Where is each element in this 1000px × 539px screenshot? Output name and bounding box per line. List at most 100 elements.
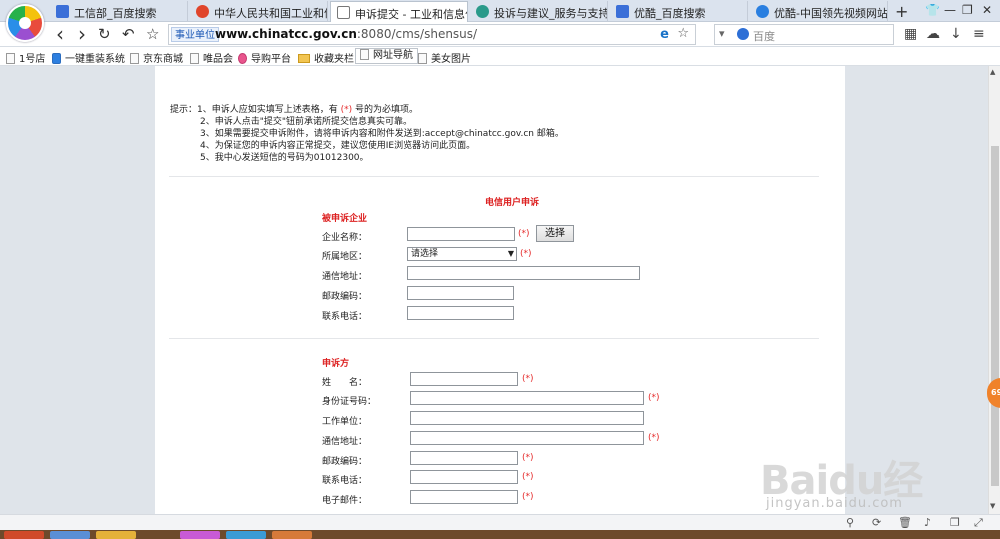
label-workplace: 工作单位： — [322, 417, 368, 427]
watermark-url: jingyan.baidu.com — [766, 496, 903, 511]
scrollbar-thumb[interactable] — [991, 146, 999, 486]
forward-icon[interactable]: › — [78, 22, 86, 46]
divider — [169, 338, 819, 339]
taskbar-item[interactable] — [96, 531, 136, 539]
url-text[interactable]: www.chinatcc.gov.cn:8080/cms/shensus/ — [215, 27, 477, 41]
tab-label: 中华人民共和国工业和信 — [214, 7, 328, 20]
bookmark-jd[interactable]: 京东商城 — [130, 50, 183, 65]
scroll-up-icon[interactable]: ▲ — [990, 68, 995, 76]
bookmark-reinstall[interactable]: 一键重装系统 — [52, 50, 125, 65]
tab-baidu-gxb[interactable]: 工信部_百度搜索 — [50, 1, 188, 22]
bookmark-1hd[interactable]: 1号店 — [6, 50, 45, 65]
label-postcode: 邮政编码： — [322, 292, 368, 302]
bookmark-pics[interactable]: 美女图片 — [418, 50, 471, 65]
apps-grid-icon[interactable]: ▦ — [904, 26, 917, 42]
search-input[interactable]: 百度 — [753, 28, 775, 44]
tab-youku[interactable]: 优酷-中国领先视频网站, — [750, 1, 888, 22]
taskbar-item[interactable] — [180, 531, 220, 539]
region-select[interactable]: 请选择 ▼ — [407, 247, 517, 261]
tab-complaint-submit[interactable]: 申诉提交 - 工业和信息化 — [330, 1, 468, 23]
browser-logo-icon[interactable] — [6, 4, 44, 42]
close-icon[interactable]: ✕ — [982, 3, 992, 17]
trash-icon[interactable]: 🗑 — [898, 516, 912, 529]
label-phone2: 联系电话： — [322, 476, 368, 486]
baidu-paw-icon — [56, 5, 69, 18]
bookmark-label: 美女图片 — [431, 54, 471, 65]
page-icon — [6, 53, 15, 64]
baidu-paw-icon — [616, 5, 629, 18]
company-postcode-input[interactable] — [407, 286, 514, 300]
menu-icon[interactable]: ≡ — [973, 26, 985, 42]
vertical-scrollbar[interactable]: ▲ ▼ — [988, 66, 1000, 514]
page-content: 提示：1、申诉人应如实填写上述表格，有 (*) 号的为必填项。 2、申诉人点击"… — [155, 66, 845, 514]
email-input[interactable] — [410, 490, 518, 504]
complainant-phone-input[interactable] — [410, 470, 518, 484]
bookmark-label: 京东商城 — [143, 54, 183, 65]
bookmark-label: 收藏夹栏 — [314, 54, 354, 65]
reload-icon[interactable]: ↻ — [98, 25, 111, 43]
pin-icon[interactable]: ⚲ — [846, 516, 854, 529]
audio-icon[interactable]: ♪ — [924, 516, 931, 529]
select-company-button[interactable]: 选择 — [536, 225, 574, 242]
bookmark-nav[interactable]: 网址导航 — [355, 48, 418, 64]
ie-compat-icon[interactable]: e — [660, 27, 669, 42]
tab-complaint-suggestion[interactable]: 投诉与建议_服务与支持_ — [470, 1, 608, 22]
new-tab-icon[interactable]: + — [895, 2, 908, 21]
taskbar-item[interactable] — [272, 531, 312, 539]
page-icon — [418, 53, 427, 64]
tab-label: 优酷_百度搜索 — [634, 7, 706, 20]
company-address-input[interactable] — [407, 266, 640, 280]
complainant-address-input[interactable] — [410, 431, 644, 445]
minimize-icon[interactable]: — — [944, 3, 956, 17]
company-phone-input[interactable] — [407, 306, 514, 320]
label-email: 电子邮件： — [322, 496, 368, 506]
search-box[interactable]: ▾ 百度 — [714, 24, 894, 45]
complainant-postcode-input[interactable] — [410, 451, 518, 465]
bookmark-folder[interactable]: 收藏夹栏 — [298, 50, 354, 65]
label-phone: 联系电话： — [322, 312, 368, 322]
required-mark: (*) — [522, 472, 534, 482]
tab-miit[interactable]: 中华人民共和国工业和信 — [190, 1, 328, 22]
window-icon[interactable]: ❐ — [950, 516, 960, 529]
bookmark-label: 导购平台 — [251, 54, 291, 65]
undo-close-icon[interactable]: ↶ — [122, 25, 135, 43]
scroll-down-icon[interactable]: ▼ — [990, 502, 995, 510]
address-bar[interactable]: 事业单位 www.chinatcc.gov.cn:8080/cms/shensu… — [168, 24, 696, 45]
bookmark-vip[interactable]: 唯品会 — [190, 50, 233, 65]
site-type-badge[interactable]: 事业单位 — [171, 27, 219, 42]
taskbar-item[interactable] — [226, 531, 266, 539]
tab-label: 申诉提交 - 工业和信息化 — [355, 8, 468, 21]
label-region: 所属地区： — [322, 252, 368, 262]
bookmark-guide[interactable]: 导购平台 — [238, 50, 291, 65]
baidu-paw-icon — [737, 28, 749, 40]
expand-icon[interactable]: ⤢ — [974, 516, 983, 530]
form-title: 电信用户申诉 — [485, 198, 540, 208]
idcard-input[interactable] — [410, 391, 644, 405]
company-name-input[interactable] — [407, 227, 515, 241]
bookmark-label: 一键重装系统 — [65, 54, 125, 65]
label-address: 通信地址： — [322, 272, 368, 282]
taskbar-item[interactable] — [4, 531, 44, 539]
tab-label: 工信部_百度搜索 — [74, 7, 157, 20]
tab-label: 投诉与建议_服务与支持_ — [494, 7, 608, 20]
tab-baidu-youku[interactable]: 优酷_百度搜索 — [610, 1, 748, 22]
name-input[interactable] — [410, 372, 518, 386]
download-icon[interactable]: ↓ — [950, 26, 962, 42]
refresh-icon[interactable]: ⟳ — [872, 516, 881, 529]
label-address2: 通信地址： — [322, 437, 368, 447]
back-icon[interactable]: ‹ — [56, 22, 64, 46]
search-engine-dropdown-icon[interactable]: ▾ — [719, 27, 725, 40]
page-icon — [360, 49, 369, 60]
favorite-star-icon[interactable]: ☆ — [677, 26, 689, 41]
cloud-icon[interactable]: ☁ — [926, 26, 940, 42]
section-company: 被申诉企业 — [322, 214, 368, 224]
bookmark-star-icon[interactable]: ☆ — [146, 25, 159, 43]
guide-icon — [238, 53, 247, 64]
url-host: www.chinatcc.gov.cn — [215, 27, 357, 41]
restore-icon[interactable]: ❐ — [962, 3, 973, 17]
workplace-input[interactable] — [410, 411, 644, 425]
tip-line-2: 2、申诉人点击"提交"钮前承诺所提交信息真实可靠。 — [200, 117, 413, 127]
skin-icon[interactable]: 👕 — [925, 3, 940, 17]
required-mark: (*) — [518, 229, 530, 239]
taskbar-item[interactable] — [50, 531, 90, 539]
